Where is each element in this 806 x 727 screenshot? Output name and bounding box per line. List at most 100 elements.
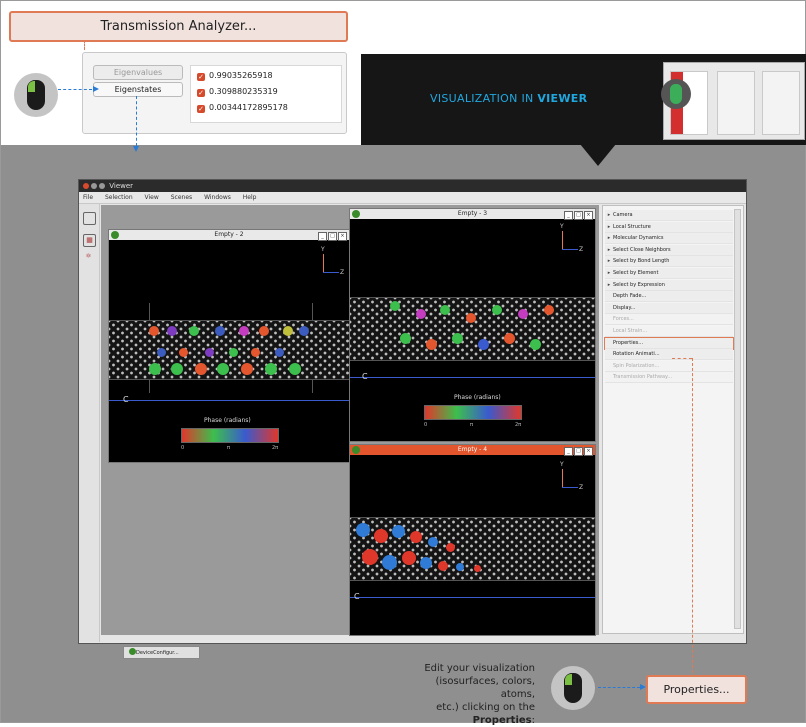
checkbox-icon[interactable]: ✓ <box>197 73 205 81</box>
viewer-title: Viewer <box>109 182 134 190</box>
viewer-panel[interactable]: Empty - 2 _ □ × Y Z C Phase (radians) 0 … <box>108 229 350 463</box>
minimize-icon[interactable]: _ <box>564 447 573 456</box>
graphene-structure <box>350 517 595 581</box>
expand-arrow-icon: ▸ <box>607 270 611 276</box>
maximize-icon[interactable]: □ <box>574 211 583 220</box>
close-icon[interactable]: × <box>584 211 593 220</box>
menu-view[interactable]: View <box>145 194 159 201</box>
eigenstates-button[interactable]: Eigenstates <box>93 82 183 97</box>
orbital <box>466 313 476 323</box>
side-panel-item-label: Camera <box>613 212 633 218</box>
grid-tool-icon[interactable]: ▦ <box>83 234 96 247</box>
side-panel-item-label: Depth Fade... <box>613 293 647 300</box>
phase-tick: 2π <box>272 445 279 451</box>
panel-title: Empty - 4 <box>457 446 488 453</box>
maximize-icon[interactable]: □ <box>574 447 583 456</box>
viewer-panel[interactable]: Empty - 3 _ □ × Y Z C Phase (radians) 0 … <box>349 208 596 442</box>
menu-windows[interactable]: Windows <box>204 194 231 201</box>
orbital <box>195 363 207 375</box>
expand-arrow-icon: ▸ <box>607 212 611 218</box>
orbital <box>259 326 269 336</box>
side-panel-item-label: Select by Element <box>613 270 659 276</box>
orbital <box>283 326 293 336</box>
orbital <box>362 549 378 565</box>
side-panel-item[interactable]: ▸ Select by Expression <box>605 279 733 291</box>
side-panel-item[interactable]: ▸ Molecular Dynamics <box>605 233 733 245</box>
panel-controls: _ □ × <box>563 210 593 220</box>
axis-z-label: Z <box>579 484 584 491</box>
instruction-line: Properties: <box>408 714 535 727</box>
orbital <box>149 326 159 336</box>
side-panel-item[interactable]: ▸ Select Close Neighbors <box>605 244 733 256</box>
molecule-tool-icon[interactable]: ⚛ <box>83 251 94 262</box>
viewer-canvas: Empty - 2 _ □ × Y Z C Phase (radians) 0 … <box>101 205 599 659</box>
side-panel-scrollbar[interactable] <box>734 209 741 629</box>
orbital <box>157 348 166 357</box>
list-item[interactable]: ✓ 0.99035265918 <box>197 71 273 81</box>
list-item[interactable]: ✓ 0.00344172895178 <box>197 103 288 113</box>
orbital <box>426 339 437 350</box>
side-panel-item[interactable]: ▸ Select by Bond Length <box>605 256 733 268</box>
side-panel-item[interactable]: ▸ Local Structure <box>605 221 733 233</box>
eigenvalue-text: 0.309880235319 <box>209 87 278 96</box>
maximize-icon[interactable] <box>99 183 105 189</box>
side-panel-item[interactable]: Rotation Animati... <box>605 349 733 361</box>
viewer-panel-active[interactable]: Empty - 4 _ □ × Y Z C <box>349 444 596 636</box>
side-panel-item[interactable]: ▸ Camera <box>605 210 733 221</box>
side-panel-item-label: Forces... <box>613 316 634 323</box>
maximize-icon[interactable]: □ <box>328 232 337 241</box>
orbital <box>544 305 554 315</box>
side-panel-item[interactable]: Local Strain... <box>605 326 733 337</box>
minimize-icon[interactable] <box>91 183 97 189</box>
panel-title-bar: Empty - 4 _ □ × <box>350 445 595 456</box>
side-panel-item[interactable]: Transmission Pathway... <box>605 372 733 384</box>
menu-file[interactable]: File <box>83 194 93 201</box>
mouse-body <box>670 84 682 104</box>
expand-arrow-icon: ▸ <box>607 258 611 265</box>
close-icon[interactable] <box>83 183 89 189</box>
viewer-title-bar: Viewer <box>79 180 746 192</box>
viewer-window: Viewer File Selection View Scenes Window… <box>78 179 747 659</box>
side-panel-item[interactable]: Properties... <box>604 336 734 350</box>
orbital <box>410 531 422 543</box>
orbital <box>392 525 405 538</box>
menu-help[interactable]: Help <box>243 194 257 201</box>
minimize-icon[interactable]: _ <box>318 232 327 241</box>
graphene-structure <box>350 297 595 361</box>
orbital <box>504 333 515 344</box>
select-tool-icon[interactable] <box>83 212 96 225</box>
side-panel-item[interactable]: Spin Polarization... <box>605 360 733 372</box>
side-panel-item[interactable]: Forces... <box>605 314 733 326</box>
orbital <box>402 551 416 565</box>
axis-z-line <box>562 487 578 488</box>
menu-scenes[interactable]: Scenes <box>171 194 192 201</box>
list-item[interactable]: ✓ 0.309880235319 <box>197 87 278 97</box>
orbital <box>416 309 426 319</box>
eigenvalues-button[interactable]: Eigenvalues <box>93 65 183 80</box>
orbital <box>438 561 448 571</box>
close-icon[interactable]: × <box>338 232 347 241</box>
transport-axis <box>109 400 349 401</box>
side-panel-item[interactable]: ▸ Select by Element <box>605 268 733 279</box>
expand-arrow-icon: ▸ <box>607 246 611 253</box>
orbital <box>229 348 238 357</box>
side-panel-item[interactable]: Display... <box>605 302 733 314</box>
connector-line <box>672 358 692 359</box>
close-icon[interactable]: × <box>584 447 593 456</box>
panel-status-icon <box>352 446 360 454</box>
orbital <box>518 309 528 319</box>
panel-controls: _ □ × <box>563 446 593 456</box>
minimized-window-tab[interactable]: DeviceConfigur... <box>123 646 200 659</box>
side-panel-item[interactable]: Depth Fade... <box>605 291 733 303</box>
menu-selection[interactable]: Selection <box>105 194 133 201</box>
minimize-icon[interactable]: _ <box>564 211 573 220</box>
orbital <box>356 523 370 537</box>
menu-bar: File Selection View Scenes Windows Help <box>79 192 746 204</box>
orbital <box>275 348 284 357</box>
checkbox-icon[interactable]: ✓ <box>197 105 205 113</box>
minimized-window-title: DeviceConfigur... <box>136 650 179 656</box>
checkbox-icon[interactable]: ✓ <box>197 89 205 97</box>
connector-line <box>84 40 85 50</box>
phase-colorbar <box>424 405 522 420</box>
instruction-text: Edit your visualization (isosurfaces, co… <box>408 662 535 727</box>
